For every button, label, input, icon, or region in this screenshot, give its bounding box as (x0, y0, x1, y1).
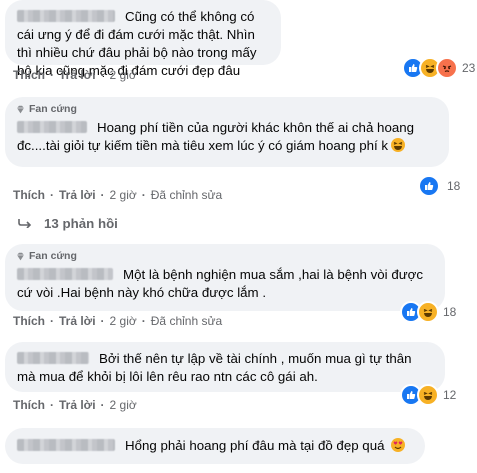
reaction-summary[interactable]: 18 (418, 175, 460, 197)
reply-link[interactable]: Trả lời (59, 68, 96, 82)
view-replies-link[interactable]: 13 phản hồi (18, 216, 118, 231)
badge-label: Fan cứng (29, 103, 77, 115)
haha-reaction-icon (417, 384, 439, 406)
edited-label[interactable]: Đã chỉnh sửa (151, 188, 222, 202)
separator-dot: · (50, 398, 54, 412)
reaction-count: 18 (447, 179, 461, 193)
like-link[interactable]: Thích (13, 314, 45, 328)
comment-body: Hổng phải hoang phí đâu mà tại đồ đẹp qu… (125, 438, 385, 453)
reply-link[interactable]: Trả lời (59, 314, 96, 328)
comment-actions: Thích · Trả lời · 2 giờ · Đã chỉnh sửa (13, 188, 222, 202)
angry-reaction-icon (436, 57, 458, 79)
comment-text: Hổng phải hoang phí đâu mà tại đồ đẹp qu… (17, 437, 413, 455)
separator-dot: · (50, 314, 54, 328)
comment-bubble: Fan cứng Hoang phí tiền của người khác k… (5, 97, 449, 167)
fan-badge: Fan cứng (16, 250, 433, 262)
like-link[interactable]: Thích (13, 398, 45, 412)
comment-bubble: Fan cứng Một là bệnh nghiện mua sắm ,hai… (5, 244, 445, 311)
separator-dot: · (100, 68, 105, 82)
reaction-count: 23 (462, 61, 476, 75)
comment-text: Hoang phí tiền của người khác khôn thế a… (17, 119, 437, 155)
reply-arrow-icon (18, 216, 32, 231)
timestamp[interactable]: 2 giờ (110, 314, 137, 328)
like-link[interactable]: Thích (13, 188, 45, 202)
separator-dot: · (100, 314, 105, 328)
commenter-name-blurred[interactable] (17, 10, 115, 22)
timestamp[interactable]: 2 giờ (110, 398, 137, 412)
reply-link[interactable]: Trả lời (59, 188, 96, 202)
comment-bubble: Hổng phải hoang phí đâu mà tại đồ đẹp qu… (5, 428, 425, 464)
separator-dot: · (100, 398, 105, 412)
separator-dot: · (50, 68, 54, 82)
reaction-count: 18 (443, 305, 457, 319)
badge-label: Fan cứng (29, 250, 77, 262)
reaction-count: 12 (443, 388, 457, 402)
separator-dot: · (141, 314, 146, 328)
timestamp[interactable]: 2 giờ (110, 68, 137, 82)
like-link[interactable]: Thích (13, 68, 45, 82)
comment-text: Bởi thế nên tự lập về tài chính , muốn m… (17, 350, 433, 386)
commenter-name-blurred[interactable] (17, 352, 89, 364)
laughing-emoji-icon (391, 138, 406, 152)
comment-actions: Thích · Trả lời · 2 giờ · Đã chỉnh sửa (13, 314, 222, 328)
reaction-summary[interactable]: 23 (402, 57, 475, 79)
comment-actions: Thích · Trả lời · 2 giờ (13, 68, 137, 82)
comment-text: Một là bệnh nghiện mua sắm ,hai là bệnh … (17, 266, 433, 302)
commenter-name-blurred[interactable] (17, 439, 115, 451)
fan-badge: Fan cứng (16, 103, 437, 115)
reaction-summary[interactable]: 12 (400, 384, 456, 406)
comment-bubble: Bởi thế nên tự lập về tài chính , muốn m… (5, 342, 445, 392)
commenter-name-blurred[interactable] (17, 121, 87, 133)
comment-actions: Thích · Trả lời · 2 giờ (13, 398, 137, 412)
like-reaction-icon (418, 175, 440, 197)
separator-dot: · (50, 188, 54, 202)
edited-label[interactable]: Đã chỉnh sửa (151, 314, 222, 328)
commenter-name-blurred[interactable] (17, 268, 113, 280)
reaction-summary[interactable]: 18 (400, 301, 456, 323)
haha-reaction-icon (417, 301, 439, 323)
replies-count-label[interactable]: 13 phản hồi (44, 216, 118, 231)
separator-dot: · (141, 188, 146, 202)
timestamp[interactable]: 2 giờ (110, 188, 137, 202)
heart-eyes-emoji-icon (390, 438, 405, 452)
diamond-badge-icon (16, 252, 25, 261)
reply-link[interactable]: Trả lời (59, 398, 96, 412)
diamond-badge-icon (16, 105, 25, 114)
comment-bubble: Cũng có thể không có cái ưng ý để đi đám… (5, 0, 281, 78)
separator-dot: · (100, 188, 105, 202)
